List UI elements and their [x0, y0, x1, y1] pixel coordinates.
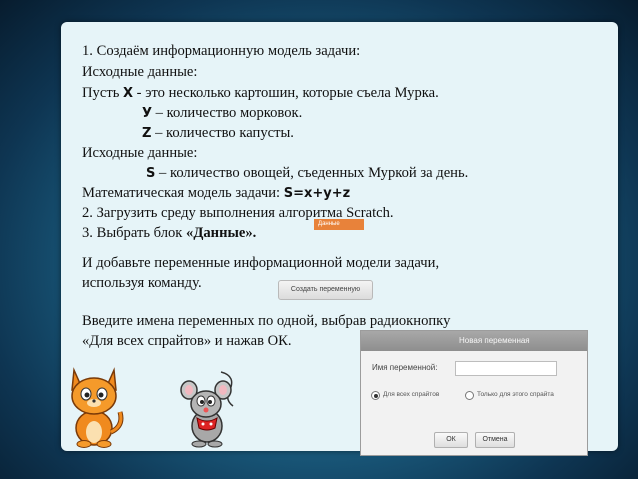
- var-x-label: X: [123, 86, 134, 101]
- cat-sprite-icon: [71, 367, 124, 448]
- text-enter-names: Введите имена переменных по одной, выбра…: [82, 313, 451, 329]
- text-source-data-2: Исходные данные:: [82, 145, 198, 161]
- variable-name-input[interactable]: [455, 361, 557, 376]
- radio-this-sprite-label: Только для этого спрайта: [477, 391, 554, 398]
- text-var-z: Z – количество капусты.: [142, 125, 294, 141]
- text-source-data: Исходные данные:: [82, 64, 198, 80]
- var-s-label: S: [146, 166, 156, 181]
- mouse-sprite-icon: [180, 371, 234, 448]
- new-variable-dialog: Новая переменная Имя переменной: Для все…: [360, 330, 588, 456]
- text-add-variables: И добавьте переменные информационной мод…: [82, 255, 440, 271]
- radio-all-sprites-label: Для всех спрайтов: [383, 391, 440, 398]
- text-step-1: 1. Создаём информационную модель задачи:: [82, 43, 361, 59]
- radio-this-sprite[interactable]: [465, 391, 474, 400]
- text-step-3: 3. Выбрать блок «Данные».: [82, 225, 257, 241]
- text-var-s: S – количество овощей, съеденных Муркой …: [146, 165, 469, 181]
- text-math-model: Математическая модель задачи: S=x+y+z: [82, 185, 351, 201]
- ok-button[interactable]: ОК: [434, 432, 468, 448]
- dialog-title: Новая переменная: [361, 331, 587, 351]
- variable-name-label: Имя переменной:: [372, 363, 438, 372]
- text-using-command: используя команду.: [82, 275, 202, 291]
- text-var-y: У – количество морковок.: [142, 105, 303, 121]
- radio-all-sprites[interactable]: [371, 391, 380, 400]
- formula: S=x+y+z: [283, 186, 351, 201]
- create-variable-button[interactable]: Создать переменную: [278, 280, 373, 300]
- text-all-sprites: «Для всех спрайтов» и нажав ОК.: [82, 333, 292, 349]
- var-y-label: У: [142, 106, 153, 121]
- text-var-x: Пусть X - это несколько картошин, которы…: [82, 85, 439, 101]
- data-category-button[interactable]: Данные: [314, 219, 364, 230]
- cancel-button[interactable]: Отмена: [475, 432, 515, 448]
